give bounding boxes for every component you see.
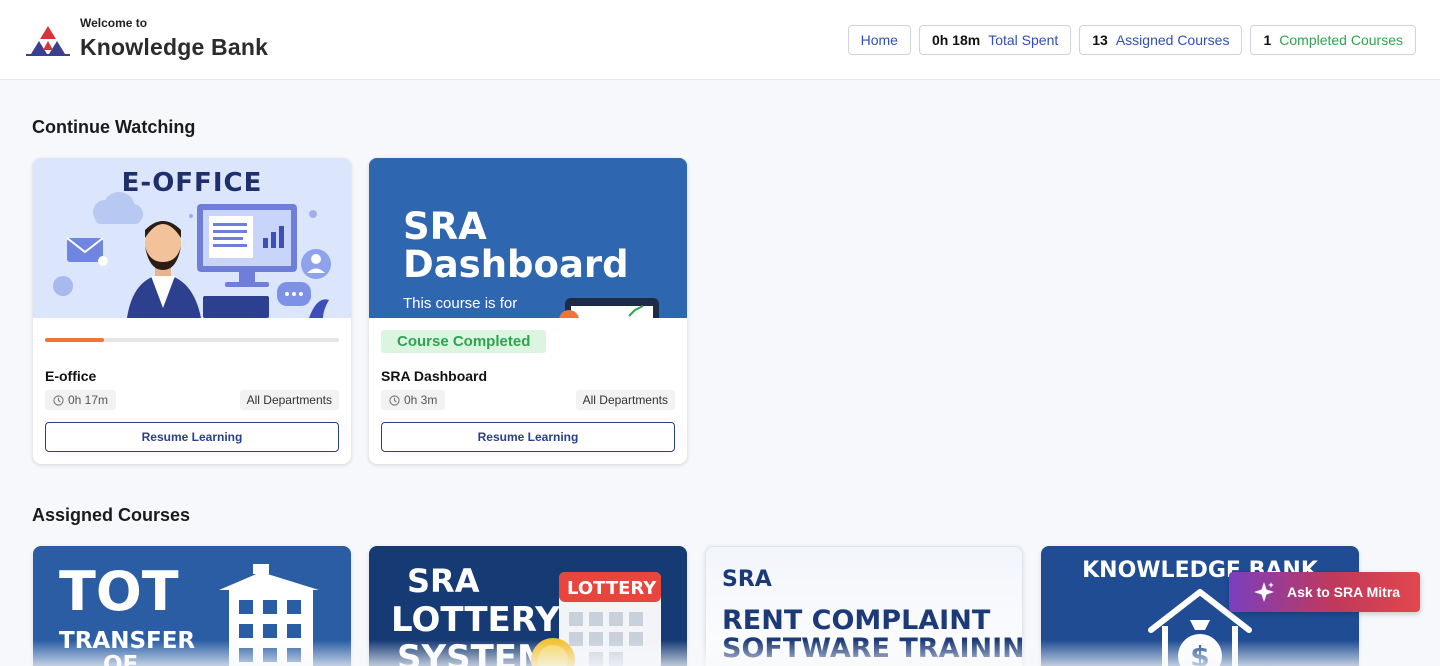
ask-sra-mitra-button[interactable]: Ask to SRA Mitra <box>1229 572 1420 612</box>
stat-bar: Home 0h 18m Total Spent 13 Assigned Cour… <box>847 25 1416 55</box>
brand-title: Knowledge Bank <box>80 34 269 60</box>
clock-icon <box>389 394 400 406</box>
thumbnail-heading-line-2: LOTTERY <box>391 600 560 640</box>
assigned-course-card-sra-lottery[interactable]: SRA LOTTERY SYSTEM LOTTERY <box>369 546 687 666</box>
sparkle-icon <box>1254 582 1274 602</box>
total-spent-value: 0h 18m <box>931 32 981 48</box>
course-completed-badge: Course Completed <box>381 330 547 353</box>
thumbnail-heading-line-3: SYSTEM <box>397 638 551 666</box>
total-spent-label: Total Spent <box>988 32 1059 48</box>
course-card-e-office[interactable]: E-OFFICE E-office 0h 17m All Departments… <box>33 158 351 464</box>
department-chip: All Departments <box>239 390 339 410</box>
course-thumbnail[interactable]: SRA Dashboard This course is for <box>369 158 687 318</box>
assigned-courses-stat[interactable]: 13 Assigned Courses <box>1079 25 1243 55</box>
resume-learning-button[interactable]: Resume Learning <box>381 422 675 452</box>
assigned-courses-value: 13 <box>1092 32 1108 48</box>
course-card-sra-dashboard[interactable]: SRA Dashboard This course is for Course … <box>369 158 687 464</box>
thumbnail-heading-line-2: RENT COMPLAINT <box>722 605 991 636</box>
completed-courses-stat[interactable]: 1 Completed Courses <box>1250 25 1416 55</box>
thumbnail-heading-line-2: TRANSFER <box>59 628 196 654</box>
duration-text: 0h 3m <box>404 393 438 407</box>
assigned-courses-label: Assigned Courses <box>1115 32 1230 48</box>
thumbnail-heading-line-3: SOFTWARE TRAINING <box>722 633 1023 664</box>
thumbnail-heading-line-1: SRA <box>403 205 487 248</box>
thumbnail-heading-line-1: SRA <box>407 562 480 600</box>
course-title: SRA Dashboard <box>381 368 488 384</box>
duration-text: 0h 17m <box>68 393 109 407</box>
thumbnail-heading-line-3: OF <box>103 652 139 666</box>
thumbnail-heading-line-1: SRA <box>722 567 772 592</box>
completed-courses-value: 1 <box>1263 32 1272 48</box>
assigned-courses-title: Assigned Courses <box>32 505 191 525</box>
building-icon <box>219 564 319 666</box>
triangle-logo-icon <box>26 26 70 56</box>
assigned-course-card-tot[interactable]: TOT TRANSFER OF <box>33 546 351 666</box>
progress-bar <box>45 338 339 342</box>
resume-learning-button[interactable]: Resume Learning <box>45 422 339 452</box>
continue-watching-title: Continue Watching <box>32 117 196 137</box>
clock-icon <box>53 394 64 406</box>
progress-fill <box>45 338 104 342</box>
completed-courses-label: Completed Courses <box>1279 32 1403 48</box>
thumbnail-heading: E-OFFICE <box>121 168 263 198</box>
department-chip: All Departments <box>575 390 675 410</box>
thumbnail-heading-line-1: TOT <box>59 560 179 623</box>
top-header: Welcome to Knowledge Bank Home 0h 18m To… <box>0 0 1440 80</box>
ask-sra-mitra-label: Ask to SRA Mitra <box>1287 584 1401 600</box>
assigned-course-card-rent-complaint[interactable]: SRA RENT COMPLAINT SOFTWARE TRAINING <box>705 546 1023 666</box>
coin-icon <box>531 638 575 666</box>
home-label: Home <box>860 32 898 48</box>
home-button[interactable]: Home <box>847 25 911 55</box>
thumbnail-subtitle: This course is for <box>403 295 518 312</box>
duration-chip: 0h 3m <box>381 390 446 410</box>
thumbnail-heading-line-2: Dashboard <box>403 243 629 286</box>
course-title: E-office <box>45 368 97 384</box>
lottery-tag: LOTTERY <box>567 578 657 599</box>
course-thumbnail[interactable]: E-OFFICE <box>33 158 351 318</box>
svg-text:$: $ <box>1190 640 1209 666</box>
duration-chip: 0h 17m <box>45 390 117 410</box>
total-spent-stat[interactable]: 0h 18m Total Spent <box>918 25 1072 55</box>
welcome-text: Welcome to <box>80 16 148 30</box>
